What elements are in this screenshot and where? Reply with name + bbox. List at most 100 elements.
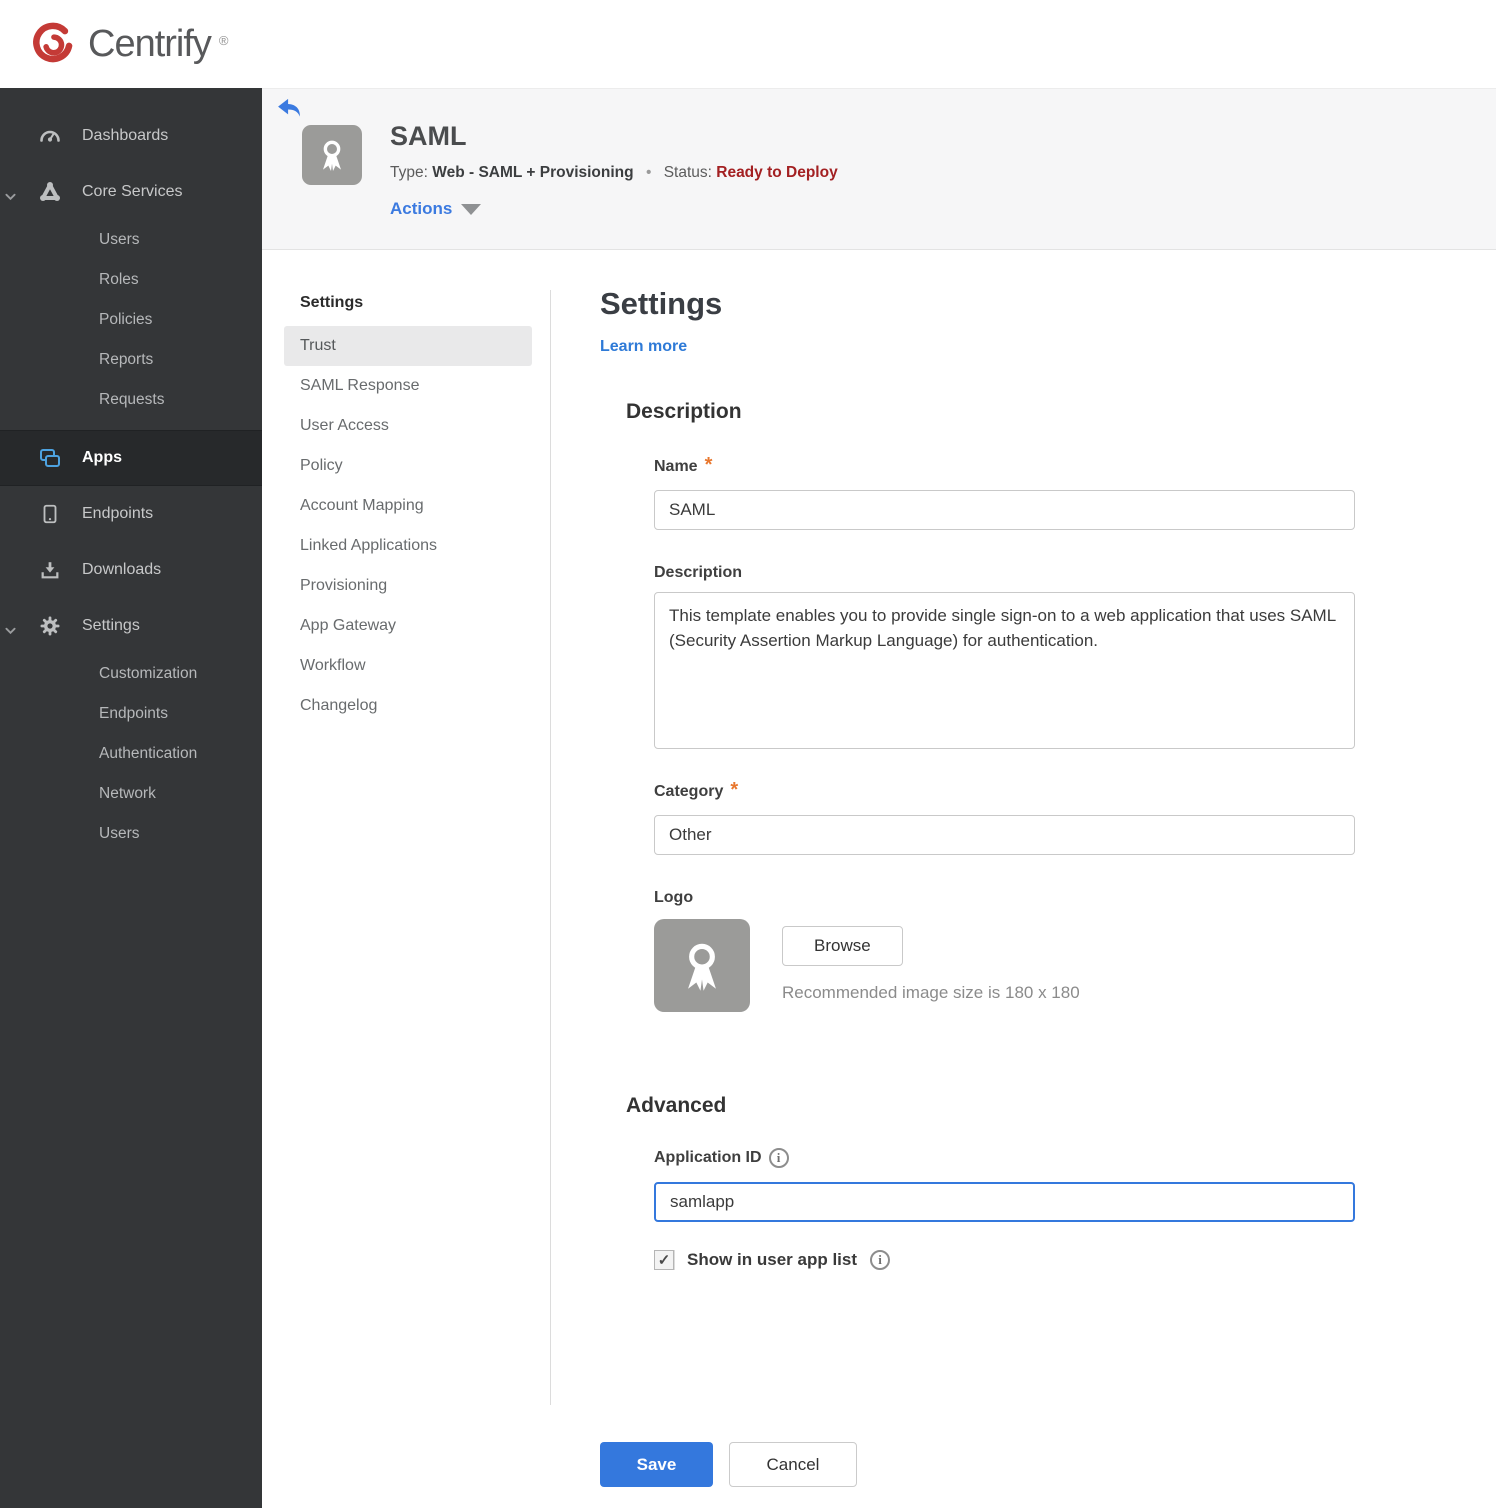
subnav-item-policy[interactable]: Policy xyxy=(284,446,532,486)
app-meta-line: Type: Web - SAML + Provisioning • Status… xyxy=(390,164,838,182)
sidebar-item-policies[interactable]: Policies xyxy=(0,300,262,340)
show-in-app-list-row: ✓ Show in user app list i xyxy=(654,1250,1370,1270)
cancel-button[interactable]: Cancel xyxy=(729,1442,857,1487)
sidebar-item-label: Settings xyxy=(82,617,140,634)
registered-trademark: ® xyxy=(218,33,229,48)
sidebar-item-settings-endpoints[interactable]: Endpoints xyxy=(0,694,262,734)
sidebar-item-roles[interactable]: Roles xyxy=(0,260,262,300)
type-value: Web - SAML + Provisioning xyxy=(432,164,634,181)
endpoints-device-icon xyxy=(36,503,64,525)
application-id-input[interactable] xyxy=(654,1182,1355,1222)
sidebar-item-users[interactable]: Users xyxy=(0,220,262,260)
show-in-app-list-field: ✓ Show in user app list i xyxy=(654,1250,1370,1270)
sidebar-item-dashboards[interactable]: Dashboards xyxy=(0,108,262,164)
brand-name: Centrify xyxy=(88,22,212,65)
top-brand-bar: Centrify ® xyxy=(0,0,1496,88)
sidebar-item-label: Dashboards xyxy=(82,127,169,144)
back-button[interactable] xyxy=(276,98,302,120)
learn-more-link[interactable]: Learn more xyxy=(600,338,687,356)
application-id-label-row: Application ID i xyxy=(654,1148,1370,1168)
required-asterisk: * xyxy=(704,454,713,476)
description-textarea[interactable]: This template enables you to provide sin… xyxy=(654,592,1355,749)
logo-row: Browse Recommended image size is 180 x 1… xyxy=(654,919,1370,1012)
sidebar-item-core-services[interactable]: Core Services xyxy=(0,164,262,220)
actions-label: Actions xyxy=(390,199,453,218)
sidebar-item-downloads[interactable]: Downloads xyxy=(0,542,262,598)
type-label: Type: xyxy=(390,164,428,181)
name-field: Name * xyxy=(654,454,1370,530)
sidebar-item-settings-users[interactable]: Users xyxy=(0,814,262,854)
subnav-item-saml-response[interactable]: SAML Response xyxy=(284,366,532,406)
status-label: Status: xyxy=(663,164,712,181)
category-input[interactable] xyxy=(654,815,1355,855)
description-section-heading: Description xyxy=(626,400,742,423)
back-arrow-icon xyxy=(278,98,300,117)
sidebar-item-authentication[interactable]: Authentication xyxy=(0,734,262,774)
logo-field: Logo Browse Recommended image size is 18… xyxy=(654,889,1370,1012)
app-badge-icon xyxy=(302,125,362,185)
advanced-section-heading: Advanced xyxy=(626,1094,727,1117)
apps-icon xyxy=(36,446,64,470)
info-icon[interactable]: i xyxy=(870,1250,891,1270)
logo-controls: Browse Recommended image size is 180 x 1… xyxy=(782,919,1080,1012)
subnav-title: Settings xyxy=(300,294,364,311)
content-area: Settings Trust SAML Response User Access… xyxy=(262,250,1496,1508)
status-value: Ready to Deploy xyxy=(716,164,838,181)
chevron-down-icon xyxy=(5,622,16,640)
chevron-down-icon xyxy=(5,188,16,206)
sidebar-item-label: Endpoints xyxy=(82,505,154,522)
subnav-item-workflow[interactable]: Workflow xyxy=(284,646,532,686)
logo-preview xyxy=(654,919,750,1012)
ribbon-icon xyxy=(323,140,341,171)
application-id-label: Application ID xyxy=(654,1149,762,1166)
sidebar-item-label: Apps xyxy=(82,449,122,466)
subnav-item-trust[interactable]: Trust xyxy=(284,326,532,366)
page-title: Settings xyxy=(600,286,723,321)
sidebar-item-requests[interactable]: Requests xyxy=(0,380,262,420)
subnav-item-app-gateway[interactable]: App Gateway xyxy=(284,606,532,646)
category-field: Category * xyxy=(654,779,1370,855)
subnav-item-account-mapping[interactable]: Account Mapping xyxy=(284,486,532,526)
info-icon[interactable]: i xyxy=(768,1148,789,1168)
centrify-admin-page: Centrify ® Dashboards Core Services User… xyxy=(0,0,1496,1508)
sidebar-item-label: Core Services xyxy=(82,183,183,200)
settings-subnav: Settings Trust SAML Response User Access… xyxy=(284,294,532,726)
ribbon-icon xyxy=(688,943,716,991)
sidebar-item-reports[interactable]: Reports xyxy=(0,340,262,380)
sidebar-item-settings[interactable]: Settings xyxy=(0,598,262,654)
caret-down-icon xyxy=(461,203,482,215)
core-services-icon xyxy=(36,180,64,204)
subnav-item-linked-applications[interactable]: Linked Applications xyxy=(284,526,532,566)
logo-label: Logo xyxy=(654,889,694,906)
subnav-item-changelog[interactable]: Changelog xyxy=(284,686,532,726)
form-footer-actions: Save Cancel xyxy=(600,1442,857,1487)
category-label: Category xyxy=(654,783,724,800)
browse-button[interactable]: Browse xyxy=(782,926,903,966)
name-input[interactable] xyxy=(654,490,1355,530)
meta-separator: • xyxy=(645,164,652,181)
actions-button[interactable]: Actions xyxy=(390,199,482,219)
description-label: Description xyxy=(654,564,743,581)
app-title: SAML xyxy=(390,121,467,151)
gear-icon xyxy=(36,614,64,638)
subnav-item-provisioning[interactable]: Provisioning xyxy=(284,566,532,606)
centrify-swirl-icon xyxy=(33,22,73,63)
sidebar-item-apps[interactable]: Apps xyxy=(0,430,262,486)
category-label-row: Category * xyxy=(654,779,1370,801)
name-label: Name xyxy=(654,458,698,475)
download-icon xyxy=(36,559,64,581)
sidebar: Dashboards Core Services Users Roles Pol… xyxy=(0,88,262,1508)
show-in-app-list-checkbox[interactable]: ✓ xyxy=(654,1250,674,1270)
save-button[interactable]: Save xyxy=(600,1442,713,1487)
vertical-divider xyxy=(550,290,551,1405)
application-id-field: Application ID i xyxy=(654,1148,1370,1222)
sidebar-item-customization[interactable]: Customization xyxy=(0,654,262,694)
subnav-item-user-access[interactable]: User Access xyxy=(284,406,532,446)
sidebar-item-endpoints[interactable]: Endpoints xyxy=(0,486,262,542)
settings-form: Settings Learn more Description Name * D… xyxy=(600,250,1370,1270)
sidebar-item-network[interactable]: Network xyxy=(0,774,262,814)
show-in-app-list-label: Show in user app list xyxy=(687,1250,858,1269)
required-asterisk: * xyxy=(730,779,739,801)
name-label-row: Name * xyxy=(654,454,1370,476)
sidebar-item-label: Downloads xyxy=(82,561,162,578)
